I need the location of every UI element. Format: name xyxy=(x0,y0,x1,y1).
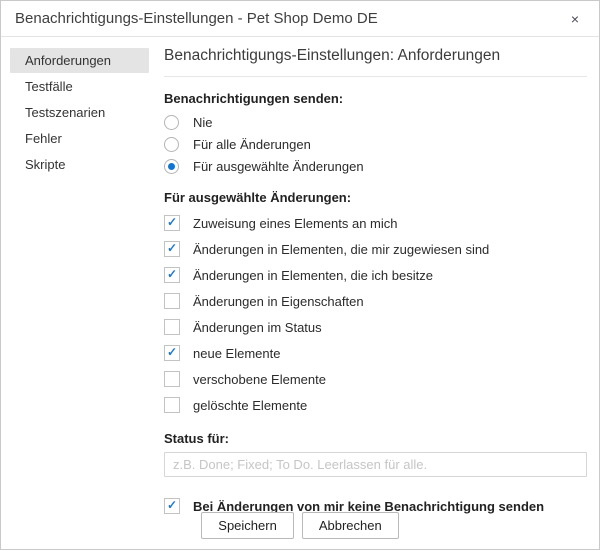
checkbox-mir-zugewiesen[interactable]: ✓ Änderungen in Elementen, die mir zugew… xyxy=(164,236,587,262)
radio-icon[interactable] xyxy=(164,137,179,152)
page-title: Benachrichtigungs-Einstellungen: Anforde… xyxy=(164,45,587,77)
checkbox-icon[interactable]: ✓ xyxy=(164,241,180,257)
checkbox-icon[interactable]: ✓ xyxy=(164,293,180,309)
sidebar-item-testfaelle[interactable]: Testfälle xyxy=(10,74,149,99)
send-section-label: Benachrichtigungen senden: xyxy=(164,91,587,106)
save-button[interactable]: Speichern xyxy=(201,512,294,539)
checkbox-label: gelöschte Elemente xyxy=(193,398,307,413)
checkbox-status[interactable]: ✓ Änderungen im Status xyxy=(164,314,587,340)
checkbox-eigenschaften[interactable]: ✓ Änderungen in Eigenschaften xyxy=(164,288,587,314)
radio-icon[interactable] xyxy=(164,159,179,174)
checkbox-ich-besitze[interactable]: ✓ Änderungen in Elementen, die ich besit… xyxy=(164,262,587,288)
checkbox-verschobene-elemente[interactable]: ✓ verschobene Elemente xyxy=(164,366,587,392)
sidebar-item-label: Fehler xyxy=(25,131,62,146)
checkbox-label: Zuweisung eines Elements an mich xyxy=(193,216,398,231)
dialog-body: Anforderungen Testfälle Testszenarien Fe… xyxy=(1,37,599,549)
radio-option-nie[interactable]: Nie xyxy=(164,111,587,133)
dialog-titlebar: Benachrichtigungs-Einstellungen - Pet Sh… xyxy=(1,1,599,37)
checkmark-icon: ✓ xyxy=(167,346,177,358)
checkbox-icon[interactable]: ✓ xyxy=(164,345,180,361)
checkbox-icon[interactable]: ✓ xyxy=(164,267,180,283)
checkmark-icon: ✓ xyxy=(167,216,177,228)
checkbox-icon[interactable]: ✓ xyxy=(164,371,180,387)
radio-label: Nie xyxy=(193,115,213,130)
checkmark-icon: ✓ xyxy=(167,268,177,280)
radio-icon[interactable] xyxy=(164,115,179,130)
checkbox-zuweisung-an-mich[interactable]: ✓ Zuweisung eines Elements an mich xyxy=(164,210,587,236)
checkbox-icon[interactable]: ✓ xyxy=(164,319,180,335)
checkbox-label: Änderungen in Elementen, die mir zugewie… xyxy=(193,242,489,257)
checkmark-icon: ✓ xyxy=(167,242,177,254)
status-input[interactable] xyxy=(164,452,587,477)
dialog-title: Benachrichtigungs-Einstellungen - Pet Sh… xyxy=(15,10,378,27)
checkbox-neue-elemente[interactable]: ✓ neue Elemente xyxy=(164,340,587,366)
checkbox-label: Änderungen in Elementen, die ich besitze xyxy=(193,268,433,283)
checkbox-label: Änderungen im Status xyxy=(193,320,322,335)
sidebar-item-testszenarien[interactable]: Testszenarien xyxy=(10,100,149,125)
radio-option-ausgewaehlte-aenderungen[interactable]: Für ausgewählte Änderungen xyxy=(164,155,587,177)
sidebar-item-label: Testszenarien xyxy=(25,105,105,120)
close-icon[interactable]: × xyxy=(565,9,585,29)
checkmark-icon: ✓ xyxy=(167,499,177,511)
checkbox-geloeschte-elemente[interactable]: ✓ gelöschte Elemente xyxy=(164,392,587,418)
sidebar-item-label: Skripte xyxy=(25,157,65,172)
sidebar-item-label: Anforderungen xyxy=(25,53,111,68)
sidebar-item-fehler[interactable]: Fehler xyxy=(10,126,149,151)
checkbox-icon[interactable]: ✓ xyxy=(164,397,180,413)
radio-label: Für ausgewählte Änderungen xyxy=(193,159,364,174)
main-content: Benachrichtigungs-Einstellungen: Anforde… xyxy=(156,37,599,549)
checkbox-label: neue Elemente xyxy=(193,346,280,361)
sidebar: Anforderungen Testfälle Testszenarien Fe… xyxy=(1,37,156,549)
changes-section-label: Für ausgewählte Änderungen: xyxy=(164,190,587,205)
status-section-label: Status für: xyxy=(164,431,587,446)
checkbox-label: verschobene Elemente xyxy=(193,372,326,387)
cancel-button[interactable]: Abbrechen xyxy=(302,512,399,539)
sidebar-item-label: Testfälle xyxy=(25,79,73,94)
dialog-footer: Speichern Abbrechen xyxy=(1,512,599,539)
radio-label: Für alle Änderungen xyxy=(193,137,311,152)
sidebar-item-anforderungen[interactable]: Anforderungen xyxy=(10,48,149,73)
radio-option-alle-aenderungen[interactable]: Für alle Änderungen xyxy=(164,133,587,155)
sidebar-item-skripte[interactable]: Skripte xyxy=(10,152,149,177)
checkbox-icon[interactable]: ✓ xyxy=(164,215,180,231)
checkbox-label: Änderungen in Eigenschaften xyxy=(193,294,364,309)
notification-settings-dialog: Benachrichtigungs-Einstellungen - Pet Sh… xyxy=(0,0,600,550)
